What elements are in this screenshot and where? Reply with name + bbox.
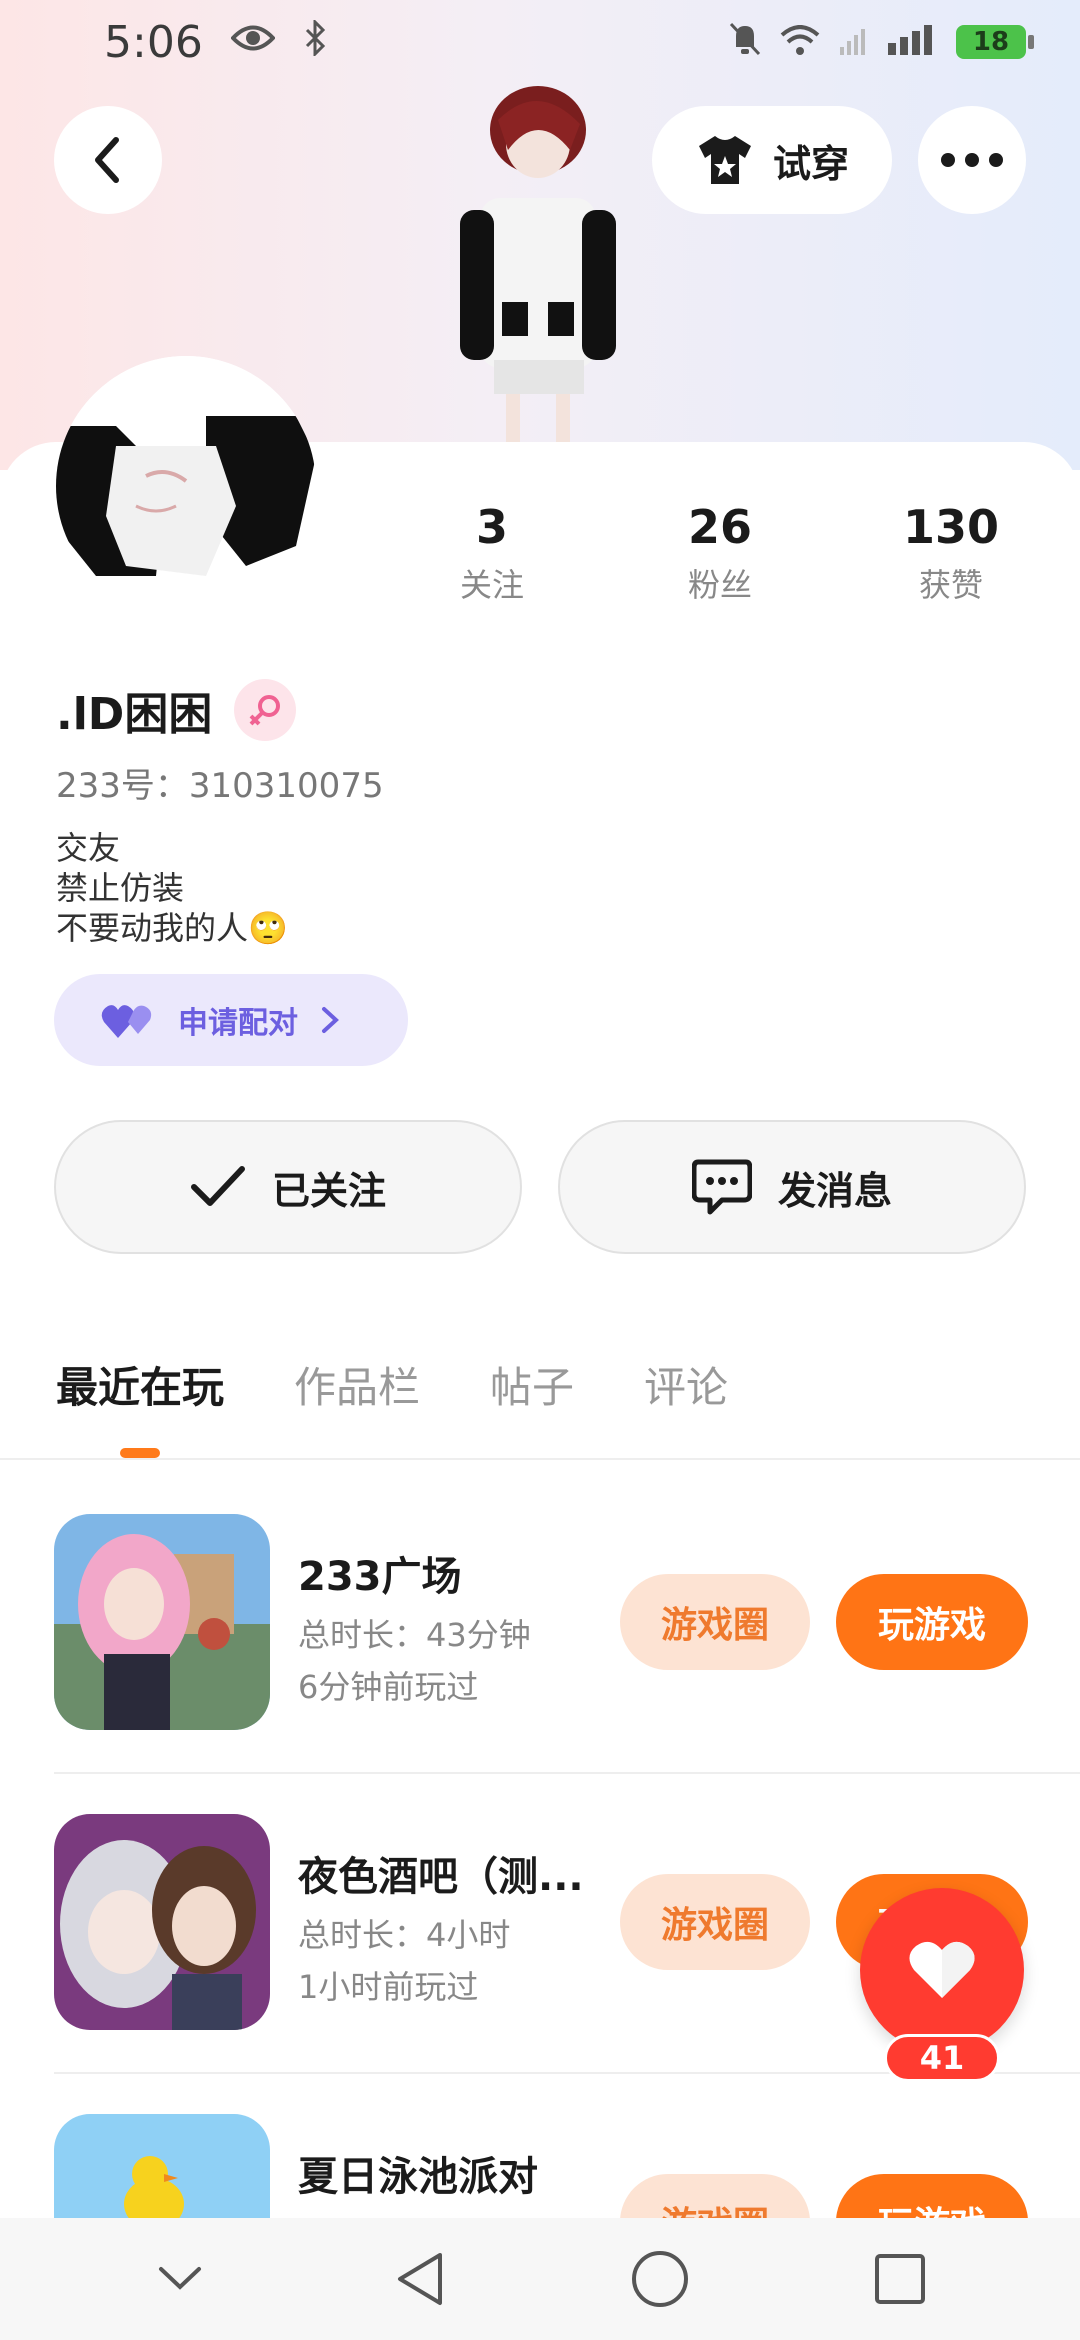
status-bar: 5:06 18 <box>0 0 1080 84</box>
bio-line: 交友 <box>56 829 121 867</box>
stat-likes-label: 获赞 <box>918 566 983 604</box>
game-circle-button[interactable]: 游戏圈 <box>620 1574 810 1670</box>
back-button[interactable] <box>54 106 162 214</box>
signal-strong-icon <box>886 17 938 68</box>
tab-posts[interactable]: 帖子 <box>490 1354 574 1415</box>
tab-recently-played[interactable]: 最近在玩 <box>56 1354 224 1415</box>
game-circle-button[interactable]: 游戏圈 <box>620 2174 810 2218</box>
following-label: 已关注 <box>271 1168 386 1213</box>
send-message-label: 发消息 <box>777 1168 892 1213</box>
game-list-item[interactable]: 233广场 总时长：43分钟 6分钟前玩过 游戏圈 玩游戏 <box>0 1514 1080 1814</box>
double-heart-icon <box>101 1005 152 1038</box>
stat-following-value: 3 <box>475 500 508 554</box>
checkmark-icon <box>190 1166 245 1206</box>
tab-works[interactable]: 作品栏 <box>294 1354 420 1415</box>
bio: 交友 禁止仿装 不要动我的人🙄 <box>56 828 288 948</box>
profile-avatar[interactable] <box>56 356 316 616</box>
circle-home-icon <box>632 2251 688 2307</box>
active-tab-indicator <box>120 1448 160 1458</box>
stat-following-label: 关注 <box>459 566 524 604</box>
avatar-3d-figure[interactable] <box>420 80 660 450</box>
send-message-button[interactable]: 发消息 <box>558 1120 1026 1254</box>
chevron-down-icon <box>159 2267 201 2290</box>
username-row: .lD困困 <box>56 678 297 742</box>
mute-icon <box>728 17 762 68</box>
request-pair-button[interactable]: 申请配对 <box>54 974 408 1066</box>
play-game-button[interactable]: 玩游戏 <box>836 1574 1028 1670</box>
stat-followers-value: 26 <box>687 500 752 554</box>
game-icon-night-bar[interactable] <box>54 1814 270 2030</box>
message-bubble-icon <box>691 1159 752 1215</box>
bio-line: 不要动我的人🙄 <box>56 909 288 947</box>
tshirt-icon <box>698 136 751 184</box>
row-divider <box>54 1772 1080 1774</box>
game-icon-233-plaza[interactable] <box>54 1514 270 1730</box>
nav-home-button[interactable] <box>620 2239 700 2319</box>
profile-tabs: 最近在玩 作品栏 帖子 评论 <box>56 1354 798 1415</box>
play-game-button[interactable]: 玩游戏 <box>836 2174 1028 2218</box>
system-navigation-bar <box>0 2218 1080 2340</box>
status-time: 5:06 <box>104 16 203 68</box>
stat-followers[interactable]: 26 粉丝 <box>620 500 820 606</box>
bluetooth-icon <box>303 17 327 65</box>
game-duration: 总时长：43分钟 <box>298 1616 531 1654</box>
battery-indicator: 18 <box>956 25 1034 59</box>
try-on-button[interactable]: 试穿 <box>652 106 892 214</box>
like-button[interactable] <box>860 1888 1024 2052</box>
game-title: 夏日泳池派对 <box>298 2154 538 2200</box>
request-pair-label: 申请配对 <box>178 1006 298 1041</box>
nav-back-button[interactable] <box>380 2239 460 2319</box>
stat-following[interactable]: 3 关注 <box>392 500 592 606</box>
game-circle-button[interactable]: 游戏圈 <box>620 1874 810 1970</box>
chevron-right-icon <box>322 1007 339 1033</box>
bio-line: 禁止仿装 <box>56 869 185 907</box>
game-title: 夜色酒吧（测... <box>298 1854 584 1900</box>
female-gender-icon <box>234 679 297 741</box>
like-count-badge: 41 <box>884 2034 1000 2082</box>
try-on-label: 试穿 <box>772 141 849 186</box>
stat-likes[interactable]: 130 获赞 <box>851 500 1051 606</box>
triangle-back-icon <box>398 2253 442 2305</box>
username: .lD困困 <box>56 689 213 740</box>
nav-recents-button[interactable] <box>860 2239 940 2319</box>
square-recents-icon <box>875 2254 925 2304</box>
tabs-divider <box>0 1458 1080 1460</box>
tab-comments[interactable]: 评论 <box>644 1354 728 1415</box>
game-last-played: 6分钟前玩过 <box>298 1668 479 1706</box>
hide-keyboard-button[interactable] <box>140 2239 220 2319</box>
signal-weak-icon <box>838 17 868 68</box>
eye-icon <box>230 22 276 62</box>
game-last-played: 1小时前玩过 <box>298 1968 479 2006</box>
game-title: 233广场 <box>298 1554 462 1600</box>
more-dots-icon <box>941 153 1003 167</box>
stat-likes-value: 130 <box>902 500 1000 554</box>
heart-icon <box>909 1941 975 1998</box>
more-button[interactable] <box>918 106 1026 214</box>
game-list-item[interactable]: 夏日泳池派对 总时长：1小时 游戏圈 玩游戏 <box>0 2114 1080 2218</box>
stat-followers-label: 粉丝 <box>687 566 752 604</box>
back-arrow-icon <box>95 137 119 183</box>
wifi-icon <box>780 17 820 68</box>
game-duration: 总时长：4小时 <box>298 1916 511 1954</box>
game-duration: 总时长：1小时 <box>298 2210 510 2218</box>
game-icon-summer-pool-party[interactable] <box>54 2114 270 2218</box>
user-id: 233号：310310075 <box>56 766 384 806</box>
following-button[interactable]: 已关注 <box>54 1120 522 1254</box>
